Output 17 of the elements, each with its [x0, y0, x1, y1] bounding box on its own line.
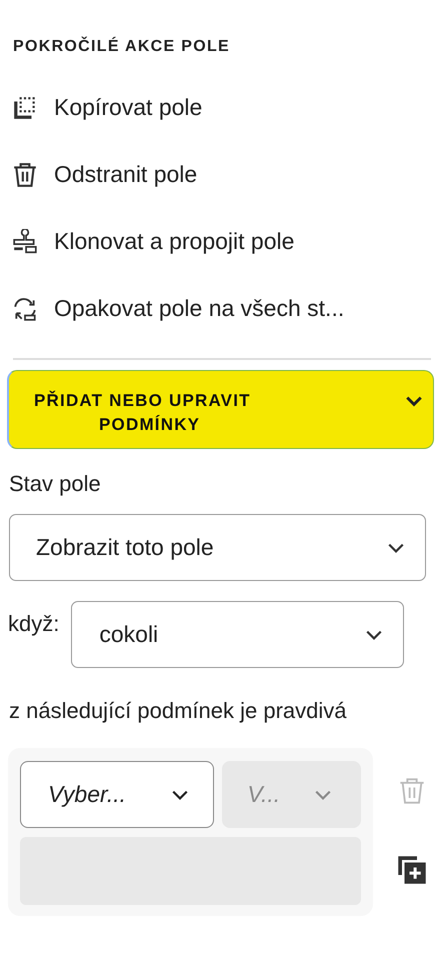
- section-heading: POKROČILÉ AKCE POLE: [13, 38, 232, 56]
- repeat-icon: [12, 296, 38, 322]
- stamp-icon: [12, 228, 38, 254]
- trash-icon: [12, 162, 38, 188]
- section-header[interactable]: PŘIDAT NEBO UPRAVIT PODMÍNKY: [7, 370, 434, 449]
- action-item[interactable]: Klonovat a propojit pole: [12, 208, 294, 275]
- state-dropdown[interactable]: Zobrazit toto pole: [9, 514, 426, 581]
- add-copy-icon[interactable]: [397, 855, 427, 885]
- condition-text: z následující podmínek je pravdivá: [9, 698, 348, 724]
- action-item[interactable]: Kopírovat pole: [12, 74, 202, 141]
- when-dropdown[interactable]: cokoli: [71, 601, 404, 668]
- copy-icon: [12, 94, 38, 120]
- action-item[interactable]: Opakovat pole na všech st...: [12, 275, 344, 342]
- field-label: Stav pole: [9, 471, 102, 497]
- field-label: když:: [8, 611, 60, 637]
- action-item[interactable]: Odstranit pole: [12, 141, 198, 208]
- field-dropdown[interactable]: Vyber...: [20, 761, 214, 828]
